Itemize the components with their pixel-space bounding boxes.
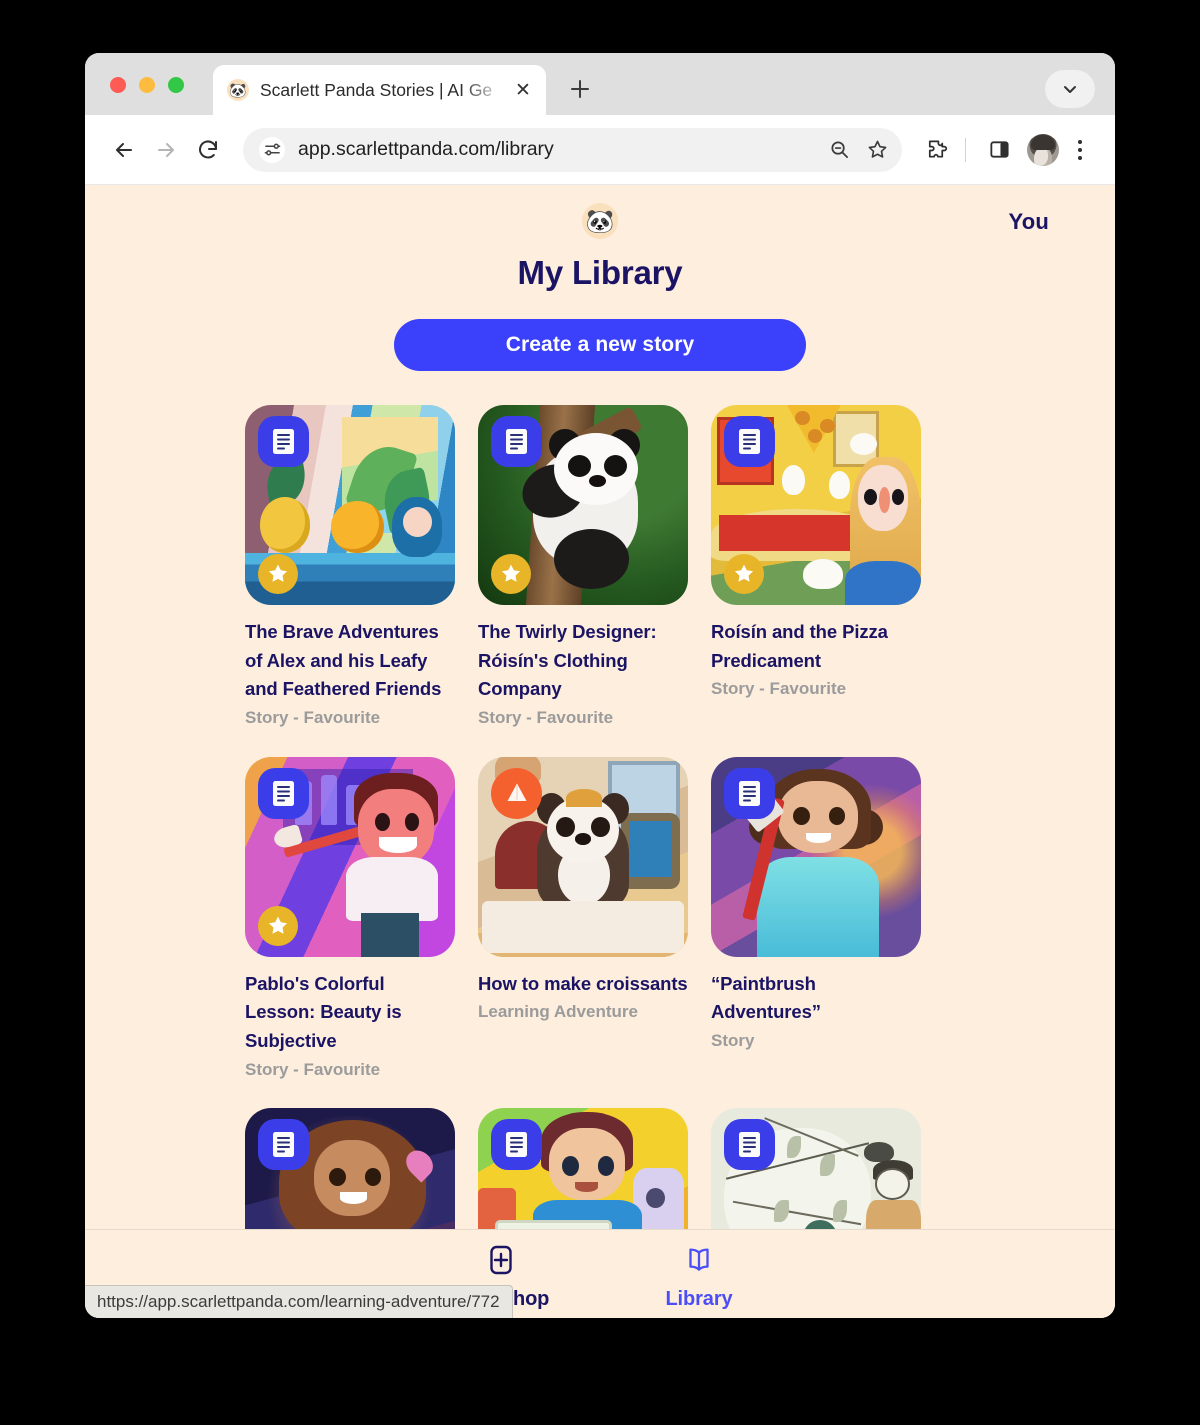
- story-card-subtitle: Story - Favourite: [711, 679, 847, 699]
- story-card[interactable]: Roísín and the Pizza Predicament Story -…: [711, 405, 921, 731]
- story-card-title: Pablo's Colorful Lesson: Beauty is Subje…: [245, 972, 402, 1051]
- story-card-subtitle: Story - Favourite: [245, 1059, 381, 1079]
- document-icon: [491, 1119, 542, 1171]
- page-title: My Library: [517, 254, 683, 291]
- document-icon: [258, 767, 309, 819]
- browser-tab-strip: 🐼 Scarlett Panda Stories | AI Ge ✕: [85, 53, 1115, 115]
- document-icon: [724, 1119, 775, 1171]
- account-you-link[interactable]: You: [1008, 209, 1049, 235]
- document-icon: [724, 767, 775, 819]
- story-card-title: How to make croissants: [478, 972, 688, 994]
- browser-tab[interactable]: 🐼 Scarlett Panda Stories | AI Ge ✕: [213, 65, 546, 115]
- story-thumbnail[interactable]: [478, 1108, 688, 1229]
- story-thumbnail[interactable]: [711, 756, 921, 957]
- story-card-subtitle: Story: [711, 1030, 755, 1050]
- story-card[interactable]: The Twirly Designer: Róisín's Clothing C…: [478, 405, 688, 731]
- story-grid: The Brave Adventures of Alex and his Lea…: [245, 405, 955, 1229]
- document-icon: [258, 416, 309, 467]
- back-button[interactable]: [103, 129, 145, 171]
- story-card[interactable]: How to make croissants Learning Adventur…: [478, 756, 688, 1083]
- document-icon: [491, 416, 542, 467]
- tab-close-icon[interactable]: ✕: [510, 77, 536, 103]
- reload-button[interactable]: [187, 129, 229, 171]
- story-thumbnail[interactable]: [245, 1108, 455, 1229]
- brand-panda-logo-icon[interactable]: 🐼: [582, 203, 618, 239]
- document-icon: [724, 416, 775, 467]
- close-window-button[interactable]: [110, 77, 126, 93]
- story-card-subtitle: Story - Favourite: [245, 708, 381, 728]
- window-traffic-lights: [110, 77, 184, 93]
- story-thumbnail[interactable]: [478, 756, 688, 957]
- toolbar-divider: [965, 137, 966, 162]
- story-card-title: The Twirly Designer: Róisín's Clothing C…: [478, 621, 657, 700]
- browser-menu-button[interactable]: [1063, 130, 1097, 170]
- story-card-title: “Paintbrush Adventures”: [711, 972, 821, 1023]
- favourite-star-icon: [258, 554, 298, 594]
- screenshot-root: 🐼 Scarlett Panda Stories | AI Ge ✕ app.s…: [0, 0, 1200, 1425]
- browser-window: 🐼 Scarlett Panda Stories | AI Ge ✕ app.s…: [85, 53, 1115, 1318]
- story-card[interactable]: The Brave Adventures of Alex and his Lea…: [245, 405, 455, 731]
- favourite-star-icon: [258, 905, 298, 946]
- extensions-puzzle-icon[interactable]: [916, 130, 956, 170]
- story-card-subtitle: Story - Favourite: [478, 708, 614, 728]
- address-bar[interactable]: app.scarlettpanda.com/library: [243, 127, 902, 172]
- create-story-row: Create a new story: [85, 319, 1115, 371]
- favourite-star-icon: [491, 554, 531, 594]
- page-scroll-area: 🐼 You My Library Create a new story The …: [85, 185, 1115, 1229]
- tab-title: Scarlett Panda Stories | AI Ge: [260, 79, 493, 100]
- browser-toolbar: app.scarlettpanda.com/library: [85, 115, 1115, 185]
- story-thumbnail[interactable]: [245, 405, 455, 605]
- story-thumbnail[interactable]: [245, 756, 455, 957]
- forward-button[interactable]: [145, 129, 187, 171]
- new-tab-button[interactable]: [563, 72, 597, 106]
- story-card[interactable]: “Paintbrush Adventures” Story: [711, 756, 921, 1083]
- zoom-out-icon[interactable]: [820, 131, 858, 169]
- plus-square-icon: [484, 1243, 518, 1282]
- tab-list-chevron-down-icon[interactable]: [1045, 70, 1095, 108]
- nav-label-library: Library: [665, 1288, 733, 1310]
- bookmark-star-icon[interactable]: [858, 131, 896, 169]
- nav-item-library[interactable]: Library: [639, 1243, 759, 1311]
- link-target-status-bubble: https://app.scarlettpanda.com/learning-a…: [85, 1285, 513, 1318]
- address-bar-url: app.scarlettpanda.com/library: [298, 138, 554, 160]
- open-book-icon: [682, 1243, 716, 1282]
- learning-adventure-icon: [491, 767, 542, 819]
- story-thumbnail[interactable]: [478, 405, 688, 605]
- story-card[interactable]: [478, 1108, 688, 1229]
- page-viewport: 🐼 You My Library Create a new story The …: [85, 185, 1115, 1318]
- site-settings-icon[interactable]: [259, 136, 285, 163]
- story-card-title: The Brave Adventures of Alex and his Lea…: [245, 621, 442, 700]
- story-card-title: Roísín and the Pizza Predicament: [711, 621, 888, 671]
- side-panel-icon[interactable]: [979, 130, 1019, 170]
- story-card-subtitle: Learning Adventure: [478, 1002, 638, 1022]
- story-thumbnail[interactable]: [711, 1108, 921, 1229]
- story-card[interactable]: [711, 1108, 921, 1229]
- tab-favicon-panda-icon: 🐼: [227, 79, 249, 101]
- maximize-window-button[interactable]: [168, 77, 184, 93]
- favourite-star-icon: [724, 554, 764, 594]
- create-new-story-button[interactable]: Create a new story: [394, 319, 806, 371]
- story-card[interactable]: Pablo's Colorful Lesson: Beauty is Subje…: [245, 756, 455, 1083]
- app-header: 🐼 You: [85, 185, 1115, 251]
- story-thumbnail[interactable]: [711, 405, 921, 605]
- minimize-window-button[interactable]: [139, 77, 155, 93]
- profile-avatar[interactable]: [1027, 133, 1059, 166]
- story-card[interactable]: [245, 1108, 455, 1229]
- document-icon: [258, 1119, 309, 1171]
